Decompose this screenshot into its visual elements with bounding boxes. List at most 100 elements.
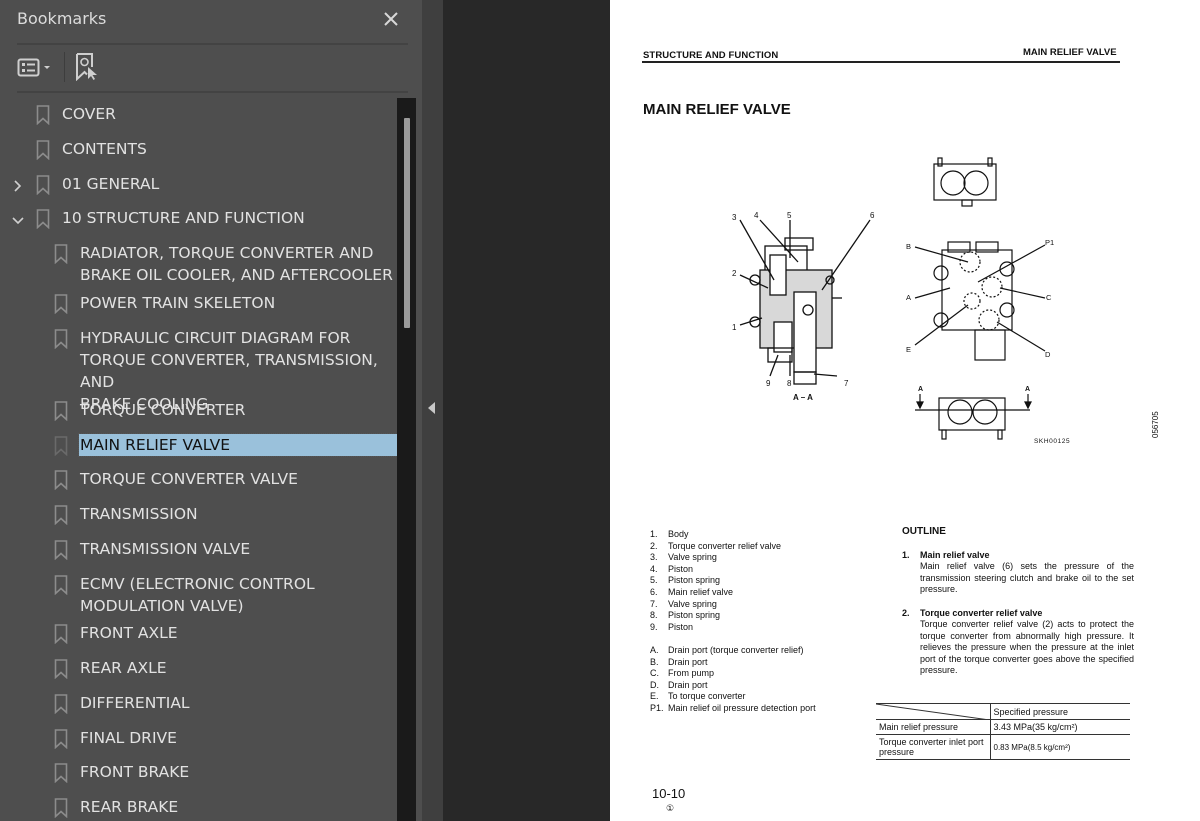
- legend-row: C. From pump: [650, 668, 816, 680]
- legend-text: Main relief valve: [668, 586, 734, 597]
- parts-legend: 1. Body 2. Torque converter relief valve 3. V…: [650, 529, 816, 715]
- bookmark-icon: [54, 505, 68, 526]
- legend-text: Torque converter relief valve: [668, 540, 782, 551]
- outline-item-text: Torque converter relief valve (2) acts t…: [920, 619, 1134, 675]
- legend-row: 5. Piston spring: [650, 575, 816, 587]
- spec-table-header: Specified pressure: [990, 703, 1130, 720]
- callout-D: D: [1045, 350, 1051, 359]
- toolbar-separator: [64, 52, 65, 82]
- bookmark-label: TORQUE CONVERTER VALVE: [80, 470, 298, 488]
- bookmark-icon: [54, 244, 68, 265]
- bookmark-tree: COVER CONTENTS 01 GENERAL 10 STRUCTURE AND …: [0, 98, 397, 821]
- callout-2: 2: [732, 269, 737, 278]
- legend-row: E. To torque converter: [650, 691, 816, 703]
- bookmark-label: TRANSMISSION: [80, 505, 198, 523]
- bottom-view: [915, 394, 1032, 440]
- legend-text: Piston spring: [668, 575, 721, 586]
- find-current-bookmark-icon[interactable]: [75, 53, 101, 81]
- front-view-callouts: B P1 A C E D: [906, 238, 1054, 359]
- legend-text: Main relief oil pressure detection port: [668, 702, 816, 713]
- callout-1: 1: [732, 323, 737, 332]
- scrollbar-thumb[interactable]: [404, 118, 410, 328]
- legend-row: D. Drain port: [650, 680, 816, 692]
- bookmark-icon: [54, 470, 68, 491]
- top-view: [933, 157, 997, 207]
- chevron-down-icon[interactable]: [11, 211, 25, 225]
- callout-9: 9: [766, 379, 771, 388]
- front-view: [914, 241, 1046, 361]
- section-arrow-label-right: A: [1025, 386, 1030, 393]
- legend-text: Piston: [668, 563, 694, 574]
- bookmark-icon: [36, 105, 50, 126]
- bookmark-label: 01 GENERAL: [62, 175, 160, 193]
- bookmark-icon: [54, 575, 68, 596]
- close-icon[interactable]: [380, 8, 402, 30]
- callout-A: A: [906, 293, 911, 302]
- legend-row: 9. Piston: [650, 622, 816, 634]
- bookmark-label: REAR BRAKE: [80, 798, 179, 816]
- page-title: MAIN RELIEF VALVE: [643, 101, 791, 118]
- document-page: STRUCTURE AND FUNCTION MAIN RELIEF VALVE…: [610, 0, 1200, 821]
- bookmark-icon: [54, 329, 68, 350]
- bookmark-icon: [36, 209, 50, 230]
- bookmark-label: MAIN RELIEF VALVE: [78, 433, 397, 457]
- legend-text: Piston: [668, 621, 694, 632]
- chevron-right-icon[interactable]: [11, 177, 25, 192]
- spec-table-corner: [876, 703, 991, 720]
- bookmark-label: FRONT AXLE: [80, 624, 178, 642]
- legend-row: 7. Valve spring: [650, 599, 816, 611]
- bookmark-label: POWER TRAIN SKELETON: [80, 294, 276, 312]
- chevron-down-icon: [44, 66, 50, 69]
- callout-6: 6: [870, 211, 875, 220]
- legend-key: 7.: [650, 598, 658, 609]
- collapse-arrow-icon[interactable]: [428, 402, 435, 414]
- legend-key: 9.: [650, 621, 658, 632]
- spec-table-row: Main relief pressure 3.43 MPa(35 kg/cm²): [876, 719, 1130, 735]
- legend-key: A.: [650, 644, 659, 655]
- callout-4: 4: [754, 211, 759, 220]
- bookmark-icon: [54, 694, 68, 715]
- callout-7: 7: [844, 379, 849, 388]
- outline-item-title: Torque converter relief valve: [920, 607, 1043, 618]
- outline-item-title: Main relief valve: [920, 549, 990, 560]
- page-number: 10-10: [652, 786, 686, 801]
- legend-text: Body: [668, 529, 689, 539]
- legend-text: Drain port (torque converter relief): [668, 644, 804, 655]
- bookmark-label: TORQUE CONVERTER: [80, 401, 246, 419]
- legend-row: 3. Valve spring: [650, 552, 816, 564]
- bookmark-icon: [54, 798, 68, 819]
- outline-item-text: Main relief valve (6) sets the pressure …: [920, 561, 1134, 594]
- bookmark-label: COVER: [62, 105, 116, 123]
- spec-value: 0.83 MPa(8.5 kg/cm²): [990, 734, 1130, 760]
- list-options-button[interactable]: [17, 56, 57, 80]
- header-rule: [642, 61, 1120, 63]
- bookmark-label: RADIATOR, TORQUE CONVERTER AND BRAKE OIL…: [80, 244, 393, 284]
- legend-row: 4. Piston: [650, 564, 816, 576]
- callout-E: E: [906, 345, 911, 354]
- bookmark-label: ECMV (ELECTRONIC CONTROL MODULATION VALV…: [80, 575, 315, 615]
- legend-key: 8.: [650, 610, 658, 621]
- bookmark-icon: [54, 436, 68, 457]
- section-arrow-label-left: A: [918, 386, 923, 393]
- sectional-view: [739, 219, 871, 385]
- legend-text: Valve spring: [668, 598, 717, 609]
- bookmark-icon: [36, 175, 50, 196]
- section-label: A – A: [793, 393, 813, 402]
- legend-text: To torque converter: [668, 691, 746, 702]
- spec-table-row: Torque converter inlet port pressure 0.8…: [876, 734, 1130, 760]
- legend-row: B. Drain port: [650, 657, 816, 669]
- legend-key: D.: [650, 679, 659, 690]
- spec-value: 3.43 MPa(35 kg/cm²): [990, 719, 1130, 735]
- legend-key: 6.: [650, 586, 658, 597]
- bookmark-label: TRANSMISSION VALVE: [80, 540, 251, 558]
- bookmark-icon: [54, 729, 68, 750]
- bookmark-label: DIFFERENTIAL: [80, 694, 190, 712]
- legend-key: P1.: [650, 702, 664, 713]
- legend-key: 5.: [650, 575, 658, 586]
- legend-text: Valve spring: [668, 552, 717, 563]
- callout-3: 3: [732, 213, 737, 222]
- list-options-icon: [17, 58, 40, 77]
- bookmark-icon: [36, 140, 50, 161]
- running-header-right: MAIN RELIEF VALVE: [1023, 47, 1117, 58]
- bookmark-label: 10 STRUCTURE AND FUNCTION: [62, 209, 305, 227]
